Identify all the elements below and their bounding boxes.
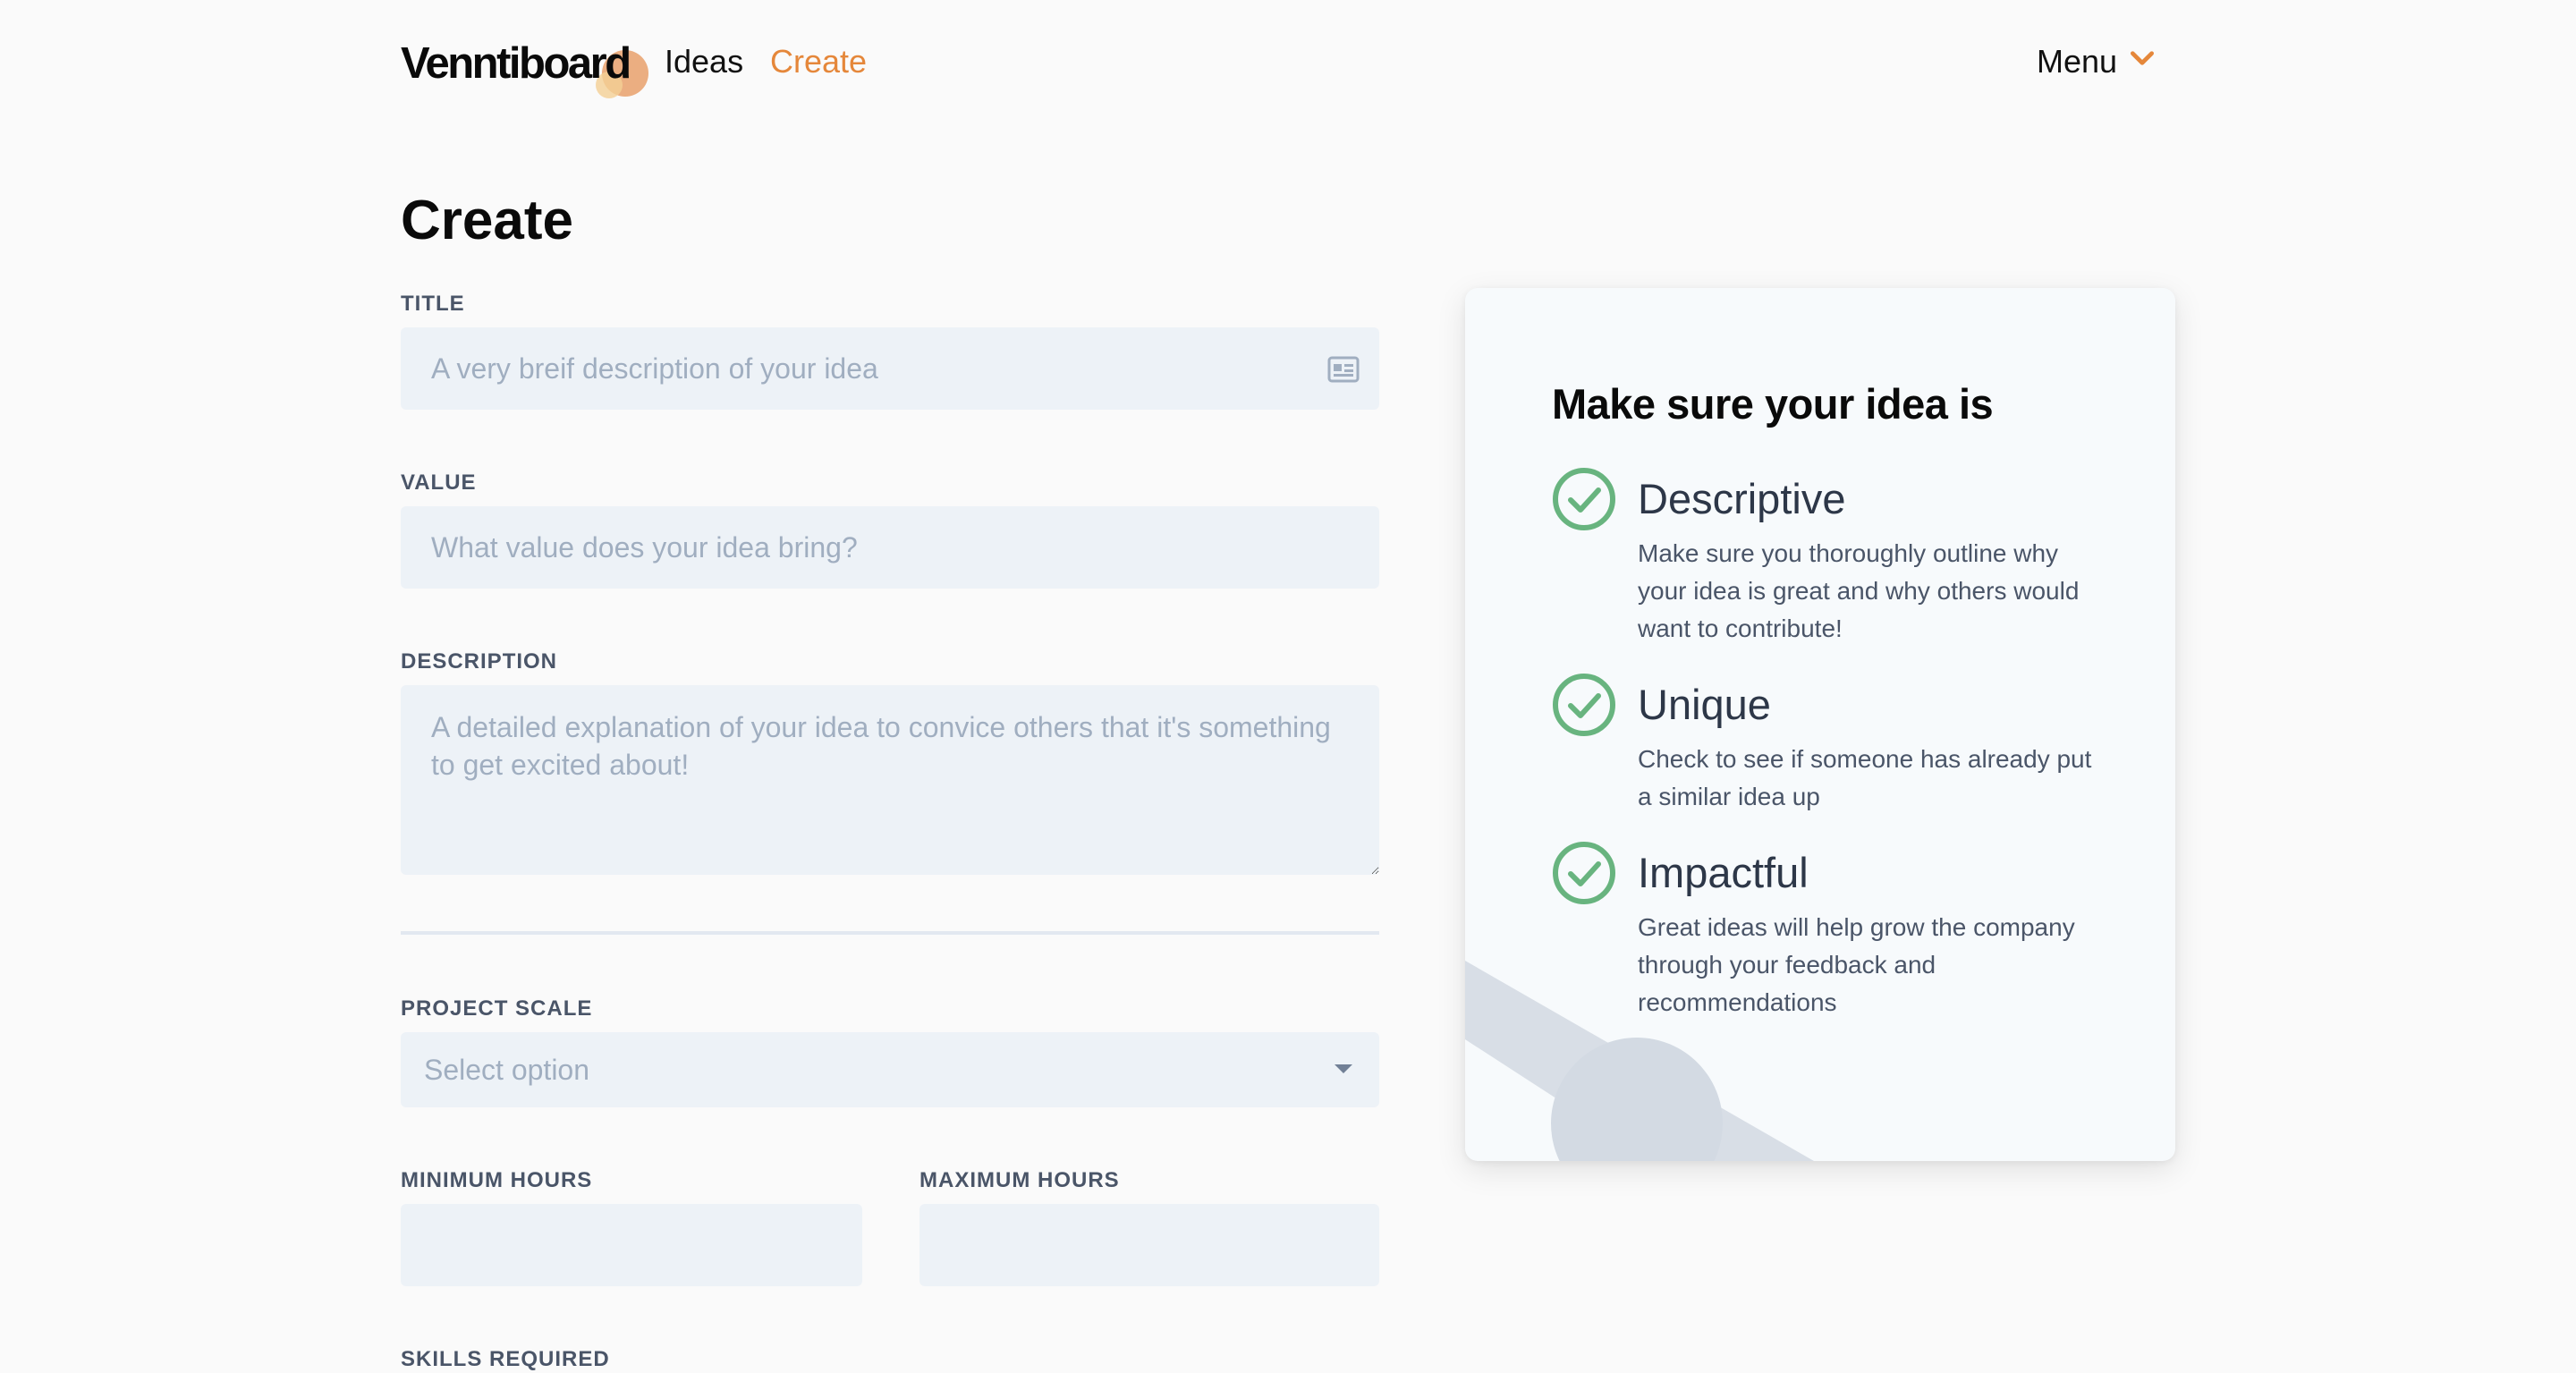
minimum-hours-input[interactable] [401, 1204, 862, 1286]
skills-required-label: SKILLS REQUIRED [401, 1347, 610, 1371]
menu-button[interactable]: Menu [2037, 39, 2157, 84]
maximum-hours-input[interactable] [919, 1204, 1379, 1286]
nav-link-ideas[interactable]: Ideas [665, 39, 743, 84]
id-card-icon [1327, 356, 1360, 383]
project-scale-select[interactable]: Select option [401, 1032, 1379, 1107]
logo-text: Venntiboard [401, 39, 631, 88]
tips-title: Make sure your idea is [1552, 380, 1994, 428]
menu-label: Menu [2037, 43, 2118, 80]
description-textarea[interactable] [401, 685, 1379, 875]
tips-card: Make sure your idea is Descriptive Make … [1465, 288, 2175, 1161]
tip-description: Check to see if someone has already put … [1638, 745, 2092, 810]
project-scale-label: PROJECT SCALE [401, 996, 593, 1021]
tip-title: Descriptive [1638, 475, 1846, 522]
tip-description: Make sure you thoroughly outline why you… [1638, 539, 2080, 642]
chevron-down-icon [2128, 43, 2157, 81]
maximum-hours-label: MAXIMUM HOURS [919, 1168, 1120, 1192]
title-label: TITLE [401, 292, 465, 316]
logo[interactable]: Venntiboard [401, 32, 648, 98]
project-scale-value: Select option [424, 1053, 590, 1086]
check-circle-icon [1552, 841, 1616, 905]
description-label: DESCRIPTION [401, 649, 558, 674]
page-title: Create [401, 190, 573, 251]
value-input[interactable] [401, 506, 1379, 589]
check-circle-icon [1552, 673, 1616, 737]
check-circle-icon [1552, 467, 1616, 531]
caret-down-icon [1335, 1064, 1352, 1073]
form-divider [401, 931, 1379, 935]
title-input[interactable] [401, 327, 1379, 410]
tip-title: Impactful [1638, 849, 1809, 896]
value-label: VALUE [401, 470, 477, 495]
tip-title: Unique [1638, 681, 1771, 728]
nav-link-create[interactable]: Create [770, 39, 867, 84]
minimum-hours-label: MINIMUM HOURS [401, 1168, 593, 1192]
tip-description: Great ideas will help grow the company t… [1638, 913, 2075, 1016]
